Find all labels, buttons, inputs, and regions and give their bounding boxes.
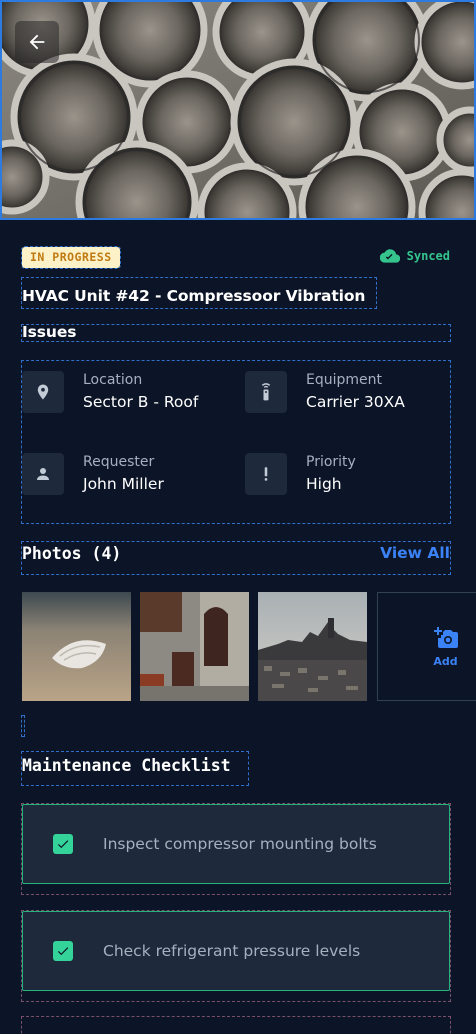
arrow-left-icon [29,34,45,50]
checklist-item: Inspect compressor mounting bolts [21,803,451,895]
status-badge: IN PROGRESS [21,246,121,269]
check-icon [57,840,69,849]
priority-value: High [306,475,342,493]
checkbox-checked[interactable] [53,834,73,854]
add-photo-label: Add [433,654,458,668]
pipes-photo [2,2,474,218]
sync-status: Synced [379,248,450,264]
checklist-item: Check refrigerant pressure levels [21,910,451,1002]
description-placeholder [21,324,451,342]
photos-title: Photos (4) [22,544,122,563]
requester-value: John Miller [83,475,164,493]
checklist-item-label: Inspect compressor mounting bolts [103,835,377,853]
detail-requester: Requester John Miller [22,453,164,495]
city-castle-photo [258,592,367,701]
sync-label: Synced [406,249,450,263]
details-grid: Location Sector B - Roof Equipment Carri… [21,360,451,524]
requester-label: Requester [83,454,155,470]
stone-doorway-photo [140,592,249,701]
hero-image [0,0,476,220]
person-icon [37,468,49,480]
checkbox-checked[interactable] [53,941,73,961]
photos-header: Photos (4) View All [21,541,451,575]
checklist-item-card[interactable]: Inspect compressor mounting bolts [22,804,450,884]
photo-thumb-2[interactable] [140,592,249,701]
detail-priority: Priority High [245,453,356,495]
add-photo-icon [433,626,458,648]
photo-thumb-3[interactable] [258,592,367,701]
checklist-item-label: Check refrigerant pressure levels [103,942,361,960]
detail-location: Location Sector B - Roof [22,371,198,413]
map-pin-icon [37,384,49,400]
checklist-header: Maintenance Checklist [21,751,249,786]
checklist-item-partial [21,1016,451,1034]
exclamation-icon [264,467,268,481]
cloud-check-icon [379,249,400,263]
photo-thumb-1[interactable] [22,592,131,701]
check-icon [57,947,69,956]
seashell-photo [22,592,131,701]
add-photo-button[interactable]: Add [377,592,476,701]
equipment-label: Equipment [306,372,382,388]
photos-divider [21,715,25,737]
view-all-link[interactable]: View All [380,544,450,562]
back-button[interactable] [15,21,59,63]
equipment-value: Carrier 30XA [306,393,405,411]
remote-device-icon [261,383,271,401]
checklist-title: Maintenance Checklist [22,756,231,775]
title-container: HVAC Unit #42 - Compressoor Vibration Is… [21,277,377,341]
detail-equipment: Equipment Carrier 30XA [245,371,405,413]
location-label: Location [83,372,143,388]
location-value: Sector B - Roof [83,393,199,411]
priority-label: Priority [306,454,356,470]
checklist-item-card[interactable]: Check refrigerant pressure levels [22,911,450,991]
